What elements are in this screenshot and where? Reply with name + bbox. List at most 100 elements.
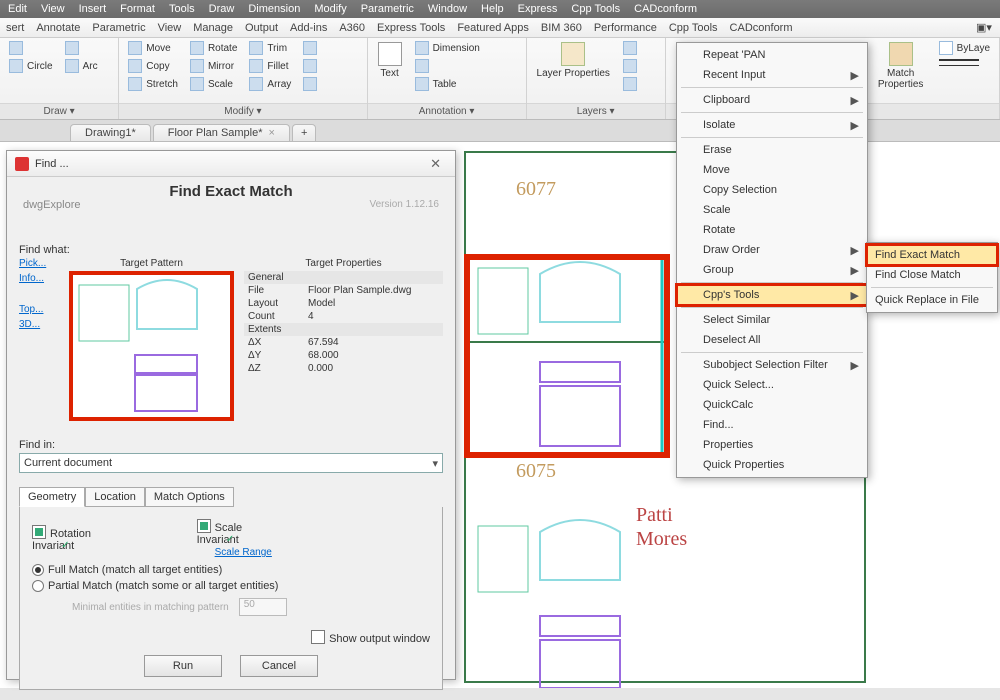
close-button[interactable]: ✕ <box>424 156 447 172</box>
ribtab-featured[interactable]: Featured Apps <box>457 22 529 34</box>
tab-location[interactable]: Location <box>85 487 145 507</box>
ribtab-cpptools[interactable]: Cpp Tools <box>669 22 718 34</box>
panel-annotation-title[interactable]: Annotation ▾ <box>368 103 526 119</box>
rotation-invariant-check[interactable]: Rotation Invariant <box>32 525 137 552</box>
layer-x3[interactable] <box>620 76 640 92</box>
ribtab-output[interactable]: Output <box>245 22 278 34</box>
panel-draw-title[interactable]: Draw ▾ <box>0 103 118 119</box>
find-in-combo[interactable]: Current document ▾ <box>19 453 443 473</box>
tab-drawing1[interactable]: Drawing1* <box>70 124 151 141</box>
tab-match-options[interactable]: Match Options <box>145 487 234 507</box>
menu-dimension[interactable]: Dimension <box>248 3 300 15</box>
sub-quick-replace-in-file[interactable]: Quick Replace in File <box>867 290 997 310</box>
ribtab-a360[interactable]: A360 <box>339 22 365 34</box>
close-icon[interactable]: × <box>269 127 275 139</box>
full-match-radio[interactable]: Full Match (match all target entities) <box>32 564 430 576</box>
menu-window[interactable]: Window <box>428 3 467 15</box>
ctx-group[interactable]: Group▶ <box>677 260 867 280</box>
ribtab-manage[interactable]: Manage <box>193 22 233 34</box>
ctx-properties[interactable]: Properties <box>677 435 867 455</box>
mirror-button[interactable]: Mirror <box>187 58 240 74</box>
run-button[interactable]: Run <box>144 655 222 677</box>
ctx-erase[interactable]: Erase <box>677 140 867 160</box>
ctx-rotate[interactable]: Rotate <box>677 220 867 240</box>
partial-match-radio[interactable]: Partial Match (match some or all target … <box>32 580 430 592</box>
bylayer-combo[interactable]: ByLaye <box>936 40 993 56</box>
menu-help[interactable]: Help <box>481 3 504 15</box>
panel-layers-title[interactable]: Layers ▾ <box>527 103 665 119</box>
layer-x1[interactable] <box>620 40 640 56</box>
scale-invariant-check[interactable]: Scale Invariant <box>197 522 243 546</box>
ribtab-annotate[interactable]: Annotate <box>36 22 80 34</box>
menu-cadconform[interactable]: CADconform <box>634 3 697 15</box>
ctx-recent-input[interactable]: Recent Input▶ <box>677 65 867 85</box>
show-output-check[interactable]: Show output window <box>311 630 430 645</box>
line-button[interactable] <box>6 40 56 56</box>
sub-find-close-match[interactable]: Find Close Match <box>867 265 997 285</box>
ctx-quickcalc[interactable]: QuickCalc <box>677 395 867 415</box>
ribtab-bim360[interactable]: BIM 360 <box>541 22 582 34</box>
copy-button[interactable]: Copy <box>125 58 181 74</box>
ribtab-view[interactable]: View <box>158 22 182 34</box>
ctx-subobject-selection-filter[interactable]: Subobject Selection Filter▶ <box>677 355 867 375</box>
stretch-button[interactable]: Stretch <box>125 76 181 92</box>
ctx-move[interactable]: Move <box>677 160 867 180</box>
menu-draw[interactable]: Draw <box>209 3 235 15</box>
top-link[interactable]: Top... <box>19 304 59 315</box>
ribtab-expresstools[interactable]: Express Tools <box>377 22 445 34</box>
cancel-button[interactable]: Cancel <box>240 655 318 677</box>
modify-extra2[interactable] <box>300 58 320 74</box>
menu-parametric[interactable]: Parametric <box>361 3 414 15</box>
match-properties-button[interactable]: Match Properties <box>872 40 930 92</box>
ribtab-parametric[interactable]: Parametric <box>92 22 145 34</box>
dialog-titlebar[interactable]: Find ... ✕ <box>7 151 455 177</box>
ctx-draw-order[interactable]: Draw Order▶ <box>677 240 867 260</box>
tab-geometry[interactable]: Geometry <box>19 487 85 507</box>
trim-button[interactable]: Trim <box>246 40 294 56</box>
ribtab-addins[interactable]: Add-ins <box>290 22 327 34</box>
ribbon-collapse-icon[interactable]: ▣▾ <box>974 21 994 34</box>
scale-range-link[interactable]: Scale Range <box>215 547 272 558</box>
menu-modify[interactable]: Modify <box>314 3 346 15</box>
array-button[interactable]: Array <box>246 76 294 92</box>
panel-modify-title[interactable]: Modify ▾ <box>119 103 366 119</box>
ribbon-tabs[interactable]: sert Annotate Parametric View Manage Out… <box>0 18 1000 38</box>
ctx-quick-properties[interactable]: Quick Properties <box>677 455 867 475</box>
polyline-button[interactable] <box>62 40 101 56</box>
tab-floorplan[interactable]: Floor Plan Sample*× <box>153 124 290 141</box>
ctx-select-similar[interactable]: Select Similar <box>677 310 867 330</box>
layer-x2[interactable] <box>620 58 640 74</box>
fillet-button[interactable]: Fillet <box>246 58 294 74</box>
menu-cpptools[interactable]: Cpp Tools <box>571 3 620 15</box>
ctx-deselect-all[interactable]: Deselect All <box>677 330 867 350</box>
menu-express[interactable]: Express <box>518 3 558 15</box>
text-button[interactable]: Text <box>374 40 406 81</box>
arc-button[interactable]: Arc <box>62 58 101 74</box>
linetype-combo[interactable] <box>936 64 993 67</box>
context-menu[interactable]: Repeat 'PANRecent Input▶ Clipboard▶ Isolat… <box>676 42 868 478</box>
ctx-isolate[interactable]: Isolate▶ <box>677 115 867 135</box>
ctx-clipboard[interactable]: Clipboard▶ <box>677 90 867 110</box>
ctx-scale[interactable]: Scale <box>677 200 867 220</box>
layer-properties-button[interactable]: Layer Properties <box>533 40 614 81</box>
ctx-repeat-pan[interactable]: Repeat 'PAN <box>677 45 867 65</box>
ribtab-insert[interactable]: sert <box>6 22 24 34</box>
min-entities-input[interactable]: 50 <box>239 598 287 616</box>
app-menubar[interactable]: Edit View Insert Format Tools Draw Dimen… <box>0 0 1000 18</box>
tab-add[interactable]: + <box>292 124 316 141</box>
3d-link[interactable]: 3D... <box>19 319 59 330</box>
menu-insert[interactable]: Insert <box>79 3 107 15</box>
dimension-button[interactable]: Dimension <box>412 40 483 56</box>
menu-tools[interactable]: Tools <box>169 3 195 15</box>
ctx-copy-selection[interactable]: Copy Selection <box>677 180 867 200</box>
ribtab-performance[interactable]: Performance <box>594 22 657 34</box>
menu-edit[interactable]: Edit <box>8 3 27 15</box>
move-button[interactable]: Move <box>125 40 181 56</box>
modify-extra1[interactable] <box>300 40 320 56</box>
leader-button[interactable] <box>412 58 483 74</box>
lineweight-combo[interactable] <box>936 58 993 62</box>
menu-view[interactable]: View <box>41 3 65 15</box>
cpps-tools-submenu[interactable]: Find Exact MatchFind Close MatchQuick Re… <box>866 242 998 313</box>
scale-button[interactable]: Scale <box>187 76 240 92</box>
ctx-cpp-s-tools[interactable]: Cpp's Tools▶ <box>677 285 867 305</box>
